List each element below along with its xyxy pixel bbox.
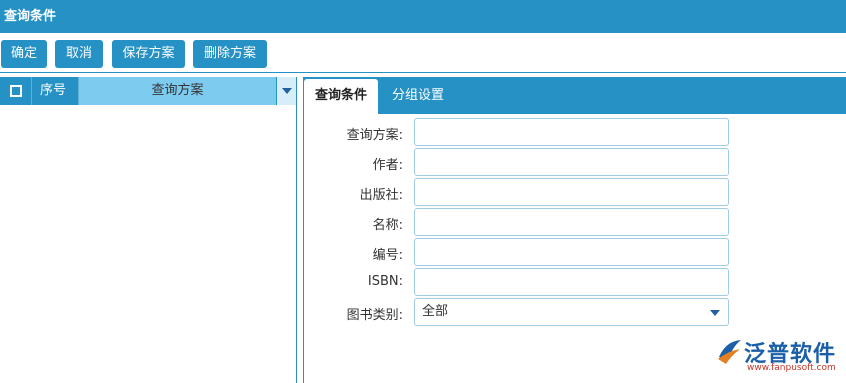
category-select[interactable]: 全部: [414, 298, 729, 326]
category-label: 图书类别:: [346, 308, 403, 323]
confirm-button[interactable]: 确定: [1, 40, 47, 68]
column-header-seq[interactable]: 序号: [32, 77, 79, 105]
plan-label: 查询方案:: [346, 128, 403, 143]
tab-bar: 查询条件 分组设置: [304, 77, 846, 114]
chevron-down-icon: [710, 310, 720, 316]
tab-query-conditions[interactable]: 查询条件: [304, 79, 378, 114]
isbn-input[interactable]: [414, 268, 729, 296]
column-menu-button[interactable]: [276, 77, 296, 105]
category-selected-value: 全部: [422, 304, 449, 319]
cancel-button[interactable]: 取消: [55, 40, 103, 68]
author-input[interactable]: [414, 148, 729, 176]
name-input[interactable]: [414, 208, 729, 236]
logo-url: www.fanpusoft.com: [747, 363, 836, 373]
name-label: 名称:: [372, 218, 403, 233]
select-all-checkbox[interactable]: [10, 85, 22, 97]
form-row-publisher: 出版社:: [304, 178, 846, 206]
form-row-number: 编号:: [304, 238, 846, 266]
plan-input[interactable]: [414, 118, 729, 146]
logo-mark-icon: [718, 340, 741, 364]
plan-grid: 序号 查询方案: [0, 77, 297, 383]
column-header-plan[interactable]: 查询方案: [79, 77, 276, 105]
form-row-category: 图书类别: 全部: [304, 298, 846, 326]
publisher-label: 出版社:: [359, 188, 403, 203]
save-plan-button[interactable]: 保存方案: [112, 40, 185, 68]
grid-header: 序号 查询方案: [0, 77, 296, 105]
form-row-author: 作者:: [304, 148, 846, 176]
brand-logo: 泛普软件 www.fanpusoft.com: [716, 336, 842, 376]
author-label: 作者:: [372, 158, 403, 173]
number-input[interactable]: [414, 238, 729, 266]
caret-down-icon: [282, 88, 292, 94]
tab-group-settings[interactable]: 分组设置: [384, 79, 452, 114]
form-row-isbn: ISBN:: [304, 268, 846, 296]
delete-plan-button[interactable]: 删除方案: [193, 40, 267, 68]
select-all-cell: [0, 77, 32, 105]
number-label: 编号:: [372, 248, 403, 263]
form-row-name: 名称:: [304, 208, 846, 236]
window-title: 查询条件: [0, 0, 846, 33]
isbn-label: ISBN:: [367, 274, 403, 289]
publisher-input[interactable]: [414, 178, 729, 206]
toolbar: 确定 取消 保存方案 删除方案: [0, 33, 846, 73]
form-row-plan: 查询方案:: [304, 118, 846, 146]
